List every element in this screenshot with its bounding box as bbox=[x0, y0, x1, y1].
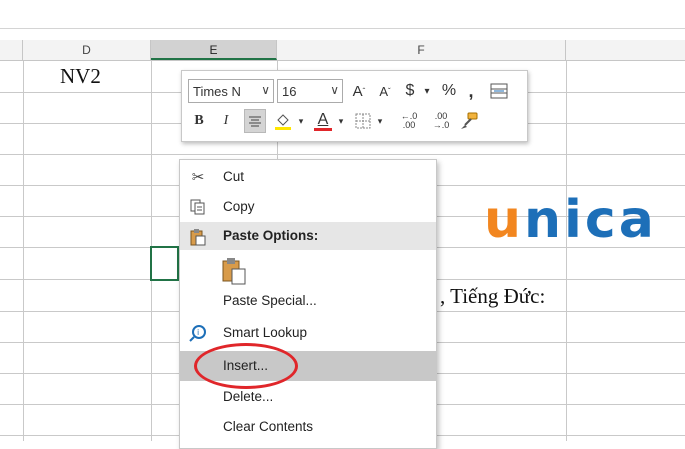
formula-bar-area bbox=[0, 0, 685, 29]
borders-icon[interactable] bbox=[352, 109, 374, 133]
scissors-icon: ✂ bbox=[191, 169, 205, 186]
shrink-font-button[interactable]: Aˇ bbox=[374, 79, 396, 103]
chevron-down-icon[interactable]: ∨ bbox=[330, 83, 339, 97]
paste-options-header: Paste Options: bbox=[180, 222, 436, 250]
font-name-box[interactable]: Times N ∨ bbox=[188, 79, 274, 103]
align-center-icon[interactable] bbox=[244, 109, 266, 133]
column-header-e[interactable]: E bbox=[151, 40, 277, 60]
format-painter-icon[interactable] bbox=[457, 109, 481, 133]
column-header-f[interactable]: F bbox=[277, 40, 566, 60]
font-color-button[interactable]: A bbox=[311, 109, 335, 133]
menu-item-copy[interactable]: Copy bbox=[180, 192, 436, 222]
currency-button[interactable]: $ bbox=[401, 79, 419, 103]
paste-clipboard-icon bbox=[220, 256, 248, 286]
menu-item-clear-contents[interactable]: Clear Contents bbox=[180, 412, 436, 442]
menu-item-paste-special[interactable]: Paste Special... bbox=[180, 286, 436, 316]
unica-logo: unica bbox=[484, 190, 657, 250]
decrease-decimal-button[interactable]: .00 →.0 bbox=[426, 109, 456, 133]
grow-font-button[interactable]: Aˆ bbox=[348, 79, 370, 103]
fill-color-icon[interactable] bbox=[271, 109, 295, 133]
font-size-box[interactable]: 16 ∨ bbox=[277, 79, 343, 103]
percent-button[interactable]: % bbox=[438, 79, 460, 103]
chevron-down-icon[interactable]: ▾ bbox=[296, 109, 306, 133]
context-menu: ✂ Cut Copy Paste Options: Paste Special.… bbox=[179, 159, 437, 449]
menu-item-smart-lookup[interactable]: i Smart Lookup bbox=[180, 318, 436, 348]
increase-decimal-button[interactable]: ←.0 .00 bbox=[394, 109, 424, 133]
smart-lookup-icon: i bbox=[188, 323, 208, 343]
italic-button[interactable]: I bbox=[218, 109, 234, 133]
bold-button[interactable]: B bbox=[190, 109, 208, 133]
chevron-down-icon[interactable]: ∨ bbox=[261, 83, 270, 97]
chevron-down-icon[interactable]: ▾ bbox=[336, 109, 346, 133]
chevron-down-icon[interactable]: ▾ bbox=[420, 79, 434, 103]
cell-f8-text: , Tiếng Đức: bbox=[440, 284, 546, 308]
mini-toolbar: Times N ∨ 16 ∨ Aˆ Aˇ $ ▾ % , B I ▾ A ▾ ▾… bbox=[181, 70, 528, 142]
copy-icon bbox=[188, 197, 208, 217]
chevron-down-icon[interactable]: ▾ bbox=[375, 109, 385, 133]
column-header-g[interactable] bbox=[566, 40, 685, 60]
format-table-icon[interactable] bbox=[487, 79, 511, 103]
svg-text:i: i bbox=[197, 328, 199, 337]
clipboard-icon bbox=[188, 227, 208, 247]
column-header-d[interactable]: D bbox=[23, 40, 151, 60]
highlight-ring bbox=[194, 343, 298, 389]
menu-item-cut[interactable]: ✂ Cut bbox=[180, 162, 436, 192]
menu-item-delete[interactable]: Delete... bbox=[180, 382, 436, 412]
cell-d1-text: NV2 bbox=[60, 64, 101, 88]
column-header: D E F bbox=[0, 40, 685, 61]
select-all-corner[interactable] bbox=[0, 40, 23, 60]
comma-style-button[interactable]: , bbox=[462, 79, 480, 103]
active-cell-border bbox=[150, 246, 179, 281]
paste-option-keep-source[interactable] bbox=[180, 252, 436, 290]
